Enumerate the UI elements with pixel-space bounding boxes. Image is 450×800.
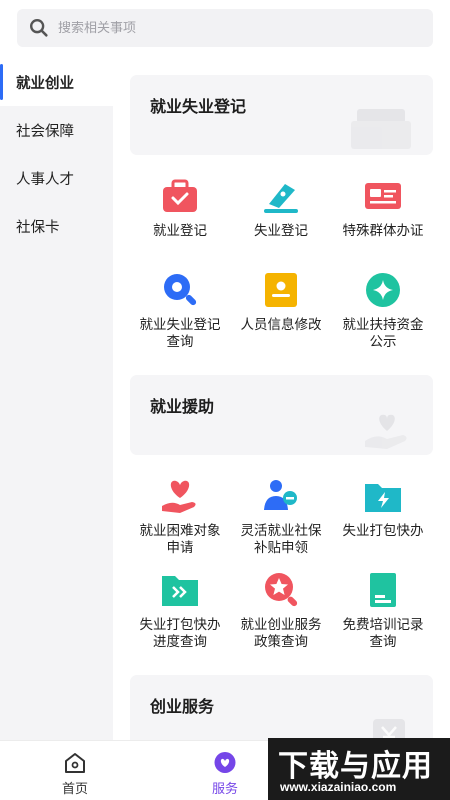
card-deco-icon [351,109,411,149]
magnifier-icon [164,274,197,306]
service-flexible-employment-subsidy[interactable]: 灵活就业社保补贴申领 [231,476,331,556]
section-header-employment-aid: 就业援助 [130,375,433,455]
section-header-entrepreneurship: 创业服务 [130,675,433,740]
section-title: 创业服务 [150,697,215,716]
star-search-icon [265,573,298,607]
service-unemployment-fast-track[interactable]: 失业打包快办 [333,476,433,540]
sidebar-item-employment[interactable]: 就业创业 [0,58,113,106]
service-label: 就业扶持资金公示 [342,317,424,350]
service-label: 灵活就业社保补贴申领 [240,523,322,556]
service-support-fund-notice[interactable]: 就业扶持资金公示 [333,270,433,350]
person-chat-icon [264,480,297,510]
folder-arrow-icon [162,576,198,606]
section-title: 就业失业登记 [150,97,247,116]
service-policy-query[interactable]: 就业创业服务政策查询 [231,570,331,650]
search-icon [30,19,48,37]
service-special-group-certificate[interactable]: 特殊群体办证 [333,176,433,240]
site-watermark: 下载与应用 www.xiazainiao.com [268,738,450,800]
folder-bolt-icon [365,484,401,512]
service-training-record-query[interactable]: 免费培训记录查询 [333,570,433,650]
service-label: 失业打包快办进度查询 [139,617,221,650]
sidebar-item-label: 社会保障 [16,123,74,140]
tab-home[interactable]: 首页 [0,741,150,800]
sidebar-item-label: 人事人才 [16,171,74,188]
sidebar-item-social-card[interactable]: 社保卡 [0,202,113,250]
sidebar-item-social-security[interactable]: 社会保障 [0,106,113,154]
document-icon [370,573,396,607]
service-label: 特殊群体办证 [342,223,424,239]
service-personal-info-edit[interactable]: 人员信息修改 [231,270,331,334]
watermark-title: 下载与应用 [278,749,433,784]
home-icon [65,753,85,773]
sparkle-icon [366,273,400,307]
service-fast-track-progress[interactable]: 失业打包快办进度查询 [130,570,230,650]
section-title: 就业援助 [150,397,215,416]
sidebar-item-personnel-talent[interactable]: 人事人才 [0,154,113,202]
service-label: 就业创业服务政策查询 [240,617,322,650]
search-bar [0,0,450,58]
service-hardship-application[interactable]: 就业困难对象申请 [130,476,230,556]
sidebar-item-label: 就业创业 [16,75,74,92]
category-sidebar: 就业创业 社会保障 人事人才 社保卡 [0,58,113,740]
service-label: 就业失业登记查询 [139,317,221,350]
service-registration-query[interactable]: 就业失业登记查询 [130,270,230,350]
service-label: 免费培训记录查询 [342,617,424,650]
profile-book-icon [265,273,297,307]
id-card-icon [365,183,401,209]
watermark-url: www.xiazainiao.com [280,780,397,794]
service-label: 就业登记 [153,223,207,239]
briefcase-icon [163,179,197,212]
pen-nib-icon [264,184,298,213]
service-label: 就业困难对象申请 [139,523,221,556]
search-box[interactable] [17,9,433,47]
search-input[interactable] [58,20,418,36]
service-label: 失业打包快办 [342,523,424,539]
service-unemployment-registration[interactable]: 失业登记 [231,176,331,240]
card-deco-icon [373,719,405,740]
sidebar-item-label: 社保卡 [16,219,60,236]
heart-bubble-icon [214,752,236,773]
service-employment-registration[interactable]: 就业登记 [130,176,230,240]
card-deco-icon [365,414,407,449]
service-label: 失业登记 [254,223,308,239]
section-header-registration: 就业失业登记 [130,75,433,155]
service-list: 就业失业登记 就业登记 失业登记 特殊群体办证 就业失业登记查询 人员信息修改 … [113,58,450,740]
tab-label: 首页 [61,782,88,797]
heart-hand-icon [162,480,196,513]
service-label: 人员信息修改 [240,317,322,333]
